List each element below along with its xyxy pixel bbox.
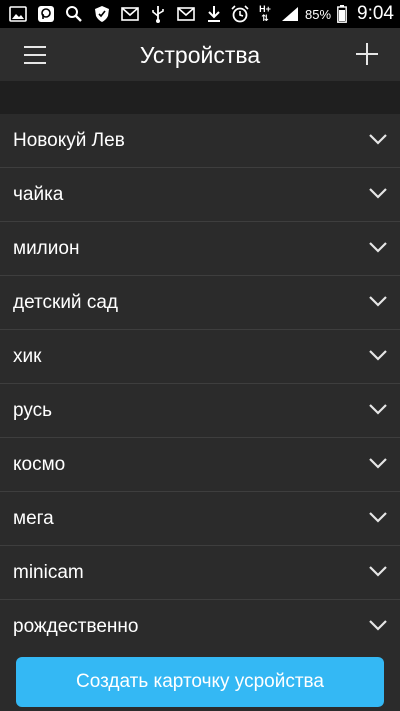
device-name: minicam	[13, 562, 84, 583]
device-row[interactable]: рождественно	[0, 600, 400, 652]
plus-icon[interactable]	[352, 39, 382, 69]
app-bar: Устройства	[0, 28, 400, 81]
device-row[interactable]: minicam	[0, 546, 400, 600]
mail-icon	[120, 4, 140, 24]
device-name: милион	[13, 238, 80, 259]
device-name: космо	[13, 454, 66, 475]
chevron-down-icon[interactable]	[368, 348, 388, 362]
device-name: русь	[13, 400, 53, 421]
device-row[interactable]: мега	[0, 492, 400, 546]
chevron-down-icon[interactable]	[368, 402, 388, 416]
shield-icon	[92, 4, 112, 24]
device-row[interactable]: чайка	[0, 168, 400, 222]
page-title: Устройства	[139, 42, 261, 68]
device-row[interactable]: русь	[0, 384, 400, 438]
search-icon	[64, 4, 84, 24]
device-name: детский сад	[13, 292, 118, 313]
messenger-icon	[36, 4, 56, 24]
status-bar: H+ ⇅ 85% 9:04	[0, 0, 400, 28]
download-icon	[204, 4, 224, 24]
battery-icon	[336, 4, 348, 24]
device-list[interactable]: Новокуй Лев чайка милион детский сад хик…	[0, 114, 400, 652]
chevron-down-icon[interactable]	[368, 294, 388, 308]
alarm-icon	[230, 4, 250, 24]
chevron-down-icon[interactable]	[368, 186, 388, 200]
device-row[interactable]: космо	[0, 438, 400, 492]
chevron-down-icon[interactable]	[368, 132, 388, 146]
chevron-down-icon[interactable]	[368, 510, 388, 524]
image-icon	[8, 4, 28, 24]
device-name: мега	[13, 508, 54, 529]
chevron-down-icon[interactable]	[368, 564, 388, 578]
header-divider-band	[0, 81, 400, 114]
device-row[interactable]: Новокуй Лев	[0, 114, 400, 168]
device-row[interactable]: милион	[0, 222, 400, 276]
battery-percentage: 85%	[304, 6, 332, 22]
chevron-down-icon[interactable]	[368, 456, 388, 470]
clock: 9:04	[357, 3, 394, 24]
create-device-card-button[interactable]: Создать карточку усройства	[16, 657, 384, 707]
device-name: Новокуй Лев	[13, 130, 125, 151]
network-hplus-icon: H+ ⇅	[259, 4, 271, 23]
usb-icon	[148, 4, 168, 24]
bottom-bar: Создать карточку усройства	[0, 652, 400, 711]
device-row[interactable]: детский сад	[0, 276, 400, 330]
system-icons: H+ ⇅ 85% 9:04	[230, 3, 394, 25]
device-name: чайка	[13, 184, 64, 205]
device-row[interactable]: хик	[0, 330, 400, 384]
mail-icon	[176, 4, 196, 24]
screen: H+ ⇅ 85% 9:04 Устройства Новокуй Лев чай…	[0, 0, 400, 711]
chevron-down-icon[interactable]	[368, 240, 388, 254]
device-name: рождественно	[13, 616, 139, 637]
signal-icon	[280, 4, 300, 24]
notification-icons	[8, 4, 224, 24]
chevron-down-icon[interactable]	[368, 618, 388, 632]
device-name: хик	[13, 346, 42, 367]
